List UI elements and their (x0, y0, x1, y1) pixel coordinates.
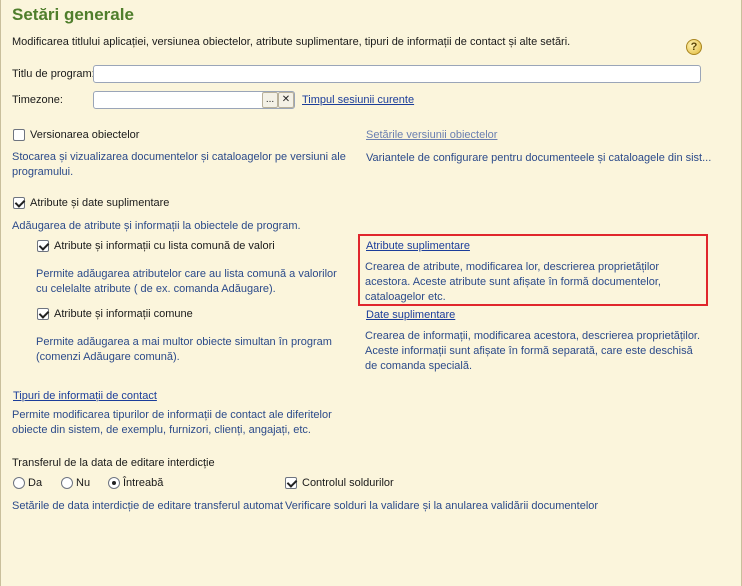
common-list-checkbox[interactable] (37, 240, 49, 252)
additional-attributes-desc: Crearea de atribute, modificarea lor, de… (365, 261, 661, 303)
versioning-settings-link[interactable]: Setările versiunii obiectelor (366, 129, 497, 141)
timezone-label: Timezone: (12, 94, 63, 106)
common-attributes-desc: Permite adăugarea a mai multor obiecte s… (36, 336, 332, 363)
balance-control-desc: Verificare solduri la validare și la anu… (285, 500, 599, 512)
common-list-desc: Permite adăugarea atributelor care au li… (36, 268, 337, 295)
clear-icon[interactable]: ✕ (278, 92, 294, 108)
common-list-label[interactable]: Atribute și informații cu lista comună d… (54, 240, 275, 252)
additional-data-desc: Crearea de informații, modificarea acest… (365, 330, 701, 372)
help-icon[interactable]: ? (686, 39, 702, 55)
transfer-option-nu[interactable] (61, 477, 73, 489)
common-attributes-label[interactable]: Atribute și informații comune (54, 308, 193, 320)
attributes-checkbox[interactable] (13, 197, 25, 209)
transfer-option-label[interactable]: Întreabă (123, 477, 163, 489)
versioning-desc: Stocarea și vizualizarea documentelor și… (12, 151, 346, 178)
versioning-checkbox[interactable] (13, 129, 25, 141)
current-session-time-link[interactable]: Timpul sesiunii curente (302, 94, 414, 106)
balance-control-checkbox[interactable] (285, 477, 297, 489)
common-attributes-checkbox[interactable] (37, 308, 49, 320)
transfer-label: Transferul de la data de editare interdi… (12, 457, 215, 469)
contact-info-desc: Permite modificarea tipurilor de informa… (12, 409, 332, 436)
page-subtitle: Modificarea titlului aplicației, versiun… (12, 36, 571, 48)
versioning-label[interactable]: Versionarea obiectelor (30, 129, 139, 141)
transfer-option-da[interactable] (13, 477, 25, 489)
program-title-label: Titlu de program: (12, 68, 95, 80)
additional-data-link[interactable]: Date suplimentare (366, 309, 455, 321)
transfer-desc: Setările de data interdicție de editare … (12, 500, 283, 512)
timezone-select-button[interactable]: ... (262, 92, 278, 108)
contact-info-types-link[interactable]: Tipuri de informații de contact (13, 390, 157, 402)
additional-attributes-link[interactable]: Atribute suplimentare (366, 240, 470, 252)
versioning-settings-desc: Variantele de configurare pentru documen… (366, 152, 712, 164)
program-title-input[interactable] (93, 65, 701, 83)
transfer-option-label[interactable]: Nu (76, 477, 90, 489)
balance-control-label[interactable]: Controlul soldurilor (302, 477, 394, 489)
attributes-desc: Adăugarea de atribute și informații la o… (12, 220, 301, 232)
transfer-option-label[interactable]: Da (28, 477, 42, 489)
page-title: Setări generale (12, 5, 134, 24)
attributes-label[interactable]: Atribute și date suplimentare (30, 197, 169, 209)
transfer-option-intreaba[interactable] (108, 477, 120, 489)
